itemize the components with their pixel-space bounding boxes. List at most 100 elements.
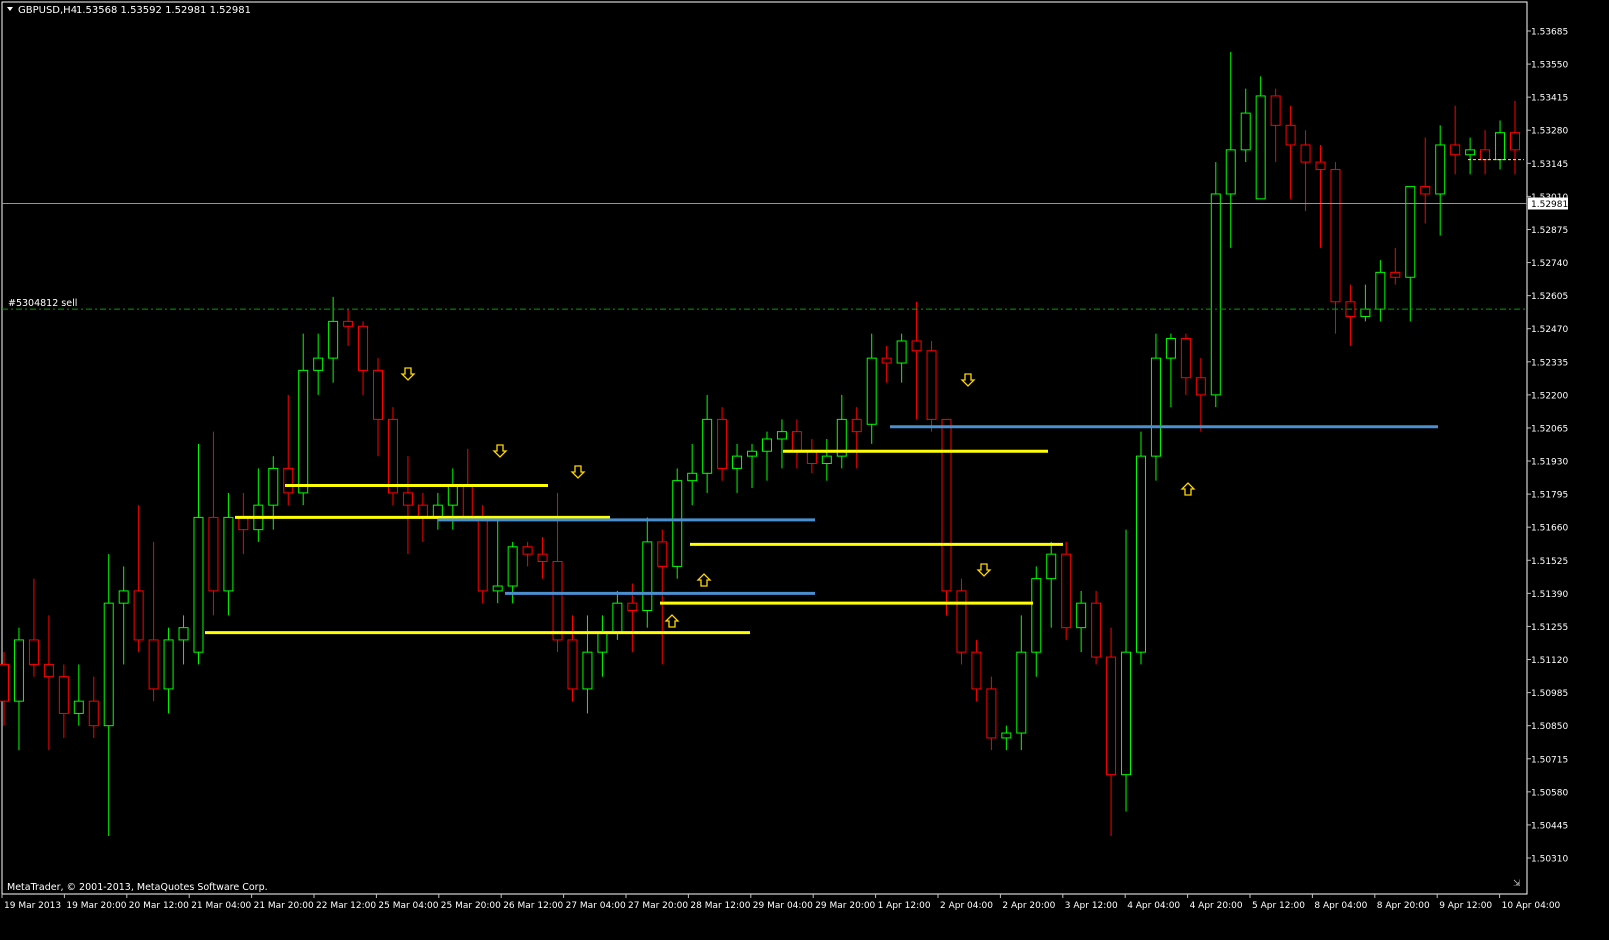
- candle[interactable]: [806, 438, 817, 474]
- candle[interactable]: [298, 333, 309, 506]
- candle[interactable]: [1210, 162, 1221, 408]
- sell-signal-arrow: [492, 444, 508, 458]
- candle[interactable]: [1405, 186, 1416, 322]
- candle[interactable]: [1001, 725, 1012, 751]
- candle[interactable]: [1091, 590, 1102, 665]
- candle[interactable]: [387, 407, 398, 506]
- candle[interactable]: [761, 431, 772, 481]
- candle[interactable]: [1180, 333, 1191, 395]
- candle[interactable]: [1106, 627, 1117, 836]
- candle[interactable]: [941, 418, 952, 616]
- candle[interactable]: [313, 333, 324, 395]
- candle[interactable]: [732, 443, 743, 493]
- candle[interactable]: [836, 394, 847, 469]
- candle[interactable]: [148, 541, 159, 702]
- candle[interactable]: [432, 492, 443, 530]
- candle[interactable]: [1390, 247, 1401, 285]
- candle[interactable]: [1150, 333, 1161, 481]
- scroll-shift-icon[interactable]: ⇲: [1513, 879, 1521, 889]
- candle[interactable]: [343, 309, 354, 346]
- candle[interactable]: [1420, 137, 1431, 224]
- candle[interactable]: [881, 345, 892, 383]
- candle[interactable]: [178, 615, 189, 665]
- candle[interactable]: [851, 407, 862, 469]
- candle[interactable]: [28, 578, 39, 677]
- candle[interactable]: [1465, 137, 1476, 175]
- candle[interactable]: [747, 443, 758, 488]
- candle[interactable]: [1360, 284, 1371, 322]
- candle[interactable]: [567, 615, 578, 702]
- candle[interactable]: [1480, 130, 1491, 175]
- candle[interactable]: [0, 652, 9, 726]
- candle[interactable]: [208, 431, 219, 616]
- candle[interactable]: [358, 321, 369, 395]
- candle[interactable]: [702, 394, 713, 493]
- candle[interactable]: [1345, 284, 1356, 346]
- candle[interactable]: [73, 664, 84, 726]
- candle[interactable]: [911, 301, 922, 420]
- candle[interactable]: [462, 448, 473, 518]
- candle[interactable]: [956, 578, 967, 665]
- candle[interactable]: [537, 537, 548, 579]
- candle[interactable]: [253, 468, 264, 542]
- candle[interactable]: [402, 456, 413, 555]
- candle[interactable]: [1450, 105, 1461, 175]
- candle[interactable]: [866, 333, 877, 444]
- candle[interactable]: [1076, 590, 1087, 653]
- candle[interactable]: [118, 566, 129, 665]
- candle[interactable]: [58, 664, 69, 738]
- candle[interactable]: [522, 541, 533, 567]
- candle[interactable]: [1285, 105, 1296, 199]
- candle[interactable]: [1375, 260, 1386, 322]
- candle[interactable]: [373, 358, 384, 457]
- candle[interactable]: [223, 492, 234, 616]
- candle[interactable]: [776, 419, 787, 469]
- candle[interactable]: [1240, 88, 1251, 163]
- candle[interactable]: [1495, 120, 1506, 170]
- candle[interactable]: [43, 615, 54, 751]
- candle[interactable]: [971, 639, 982, 702]
- candle[interactable]: [193, 443, 204, 665]
- candle[interactable]: [13, 627, 24, 751]
- candle[interactable]: [1016, 615, 1027, 751]
- candle[interactable]: [1315, 144, 1326, 248]
- candle[interactable]: [1046, 541, 1057, 628]
- candle[interactable]: [283, 394, 294, 506]
- candle[interactable]: [821, 438, 832, 481]
- candle[interactable]: [597, 615, 608, 677]
- candle[interactable]: [986, 676, 997, 751]
- candle[interactable]: [1435, 125, 1446, 236]
- candle[interactable]: [1121, 529, 1132, 812]
- candle[interactable]: [1510, 100, 1520, 175]
- candle[interactable]: [88, 676, 99, 738]
- candle[interactable]: [1225, 51, 1236, 248]
- candle[interactable]: [926, 340, 937, 432]
- chart-window[interactable]: 1.536851.535501.534151.532801.531451.530…: [0, 0, 1609, 936]
- candle[interactable]: [492, 517, 503, 604]
- candle[interactable]: [672, 468, 683, 579]
- candle[interactable]: [642, 517, 653, 628]
- candle[interactable]: [1135, 431, 1146, 665]
- candle[interactable]: [657, 529, 668, 665]
- candle[interactable]: [1255, 76, 1266, 200]
- candle[interactable]: [1195, 358, 1206, 432]
- candle[interactable]: [717, 407, 728, 481]
- candle[interactable]: [1061, 541, 1072, 640]
- candle-body: [163, 639, 174, 690]
- candle[interactable]: [1165, 333, 1176, 408]
- symbol-menu-triangle-icon[interactable]: [7, 7, 13, 11]
- candle[interactable]: [238, 492, 249, 555]
- candle[interactable]: [582, 615, 593, 714]
- candle[interactable]: [791, 419, 802, 469]
- candle[interactable]: [1270, 88, 1281, 163]
- candle[interactable]: [133, 505, 144, 653]
- candle[interactable]: [1330, 162, 1341, 334]
- candle[interactable]: [1031, 566, 1042, 677]
- candle[interactable]: [103, 554, 114, 836]
- candle[interactable]: [896, 333, 907, 383]
- candle[interactable]: [328, 296, 339, 383]
- candle[interactable]: [687, 443, 698, 506]
- candle[interactable]: [1300, 130, 1311, 212]
- candle[interactable]: [163, 627, 174, 714]
- price-chart[interactable]: 1.536851.535501.534151.532801.531451.530…: [0, 0, 1609, 936]
